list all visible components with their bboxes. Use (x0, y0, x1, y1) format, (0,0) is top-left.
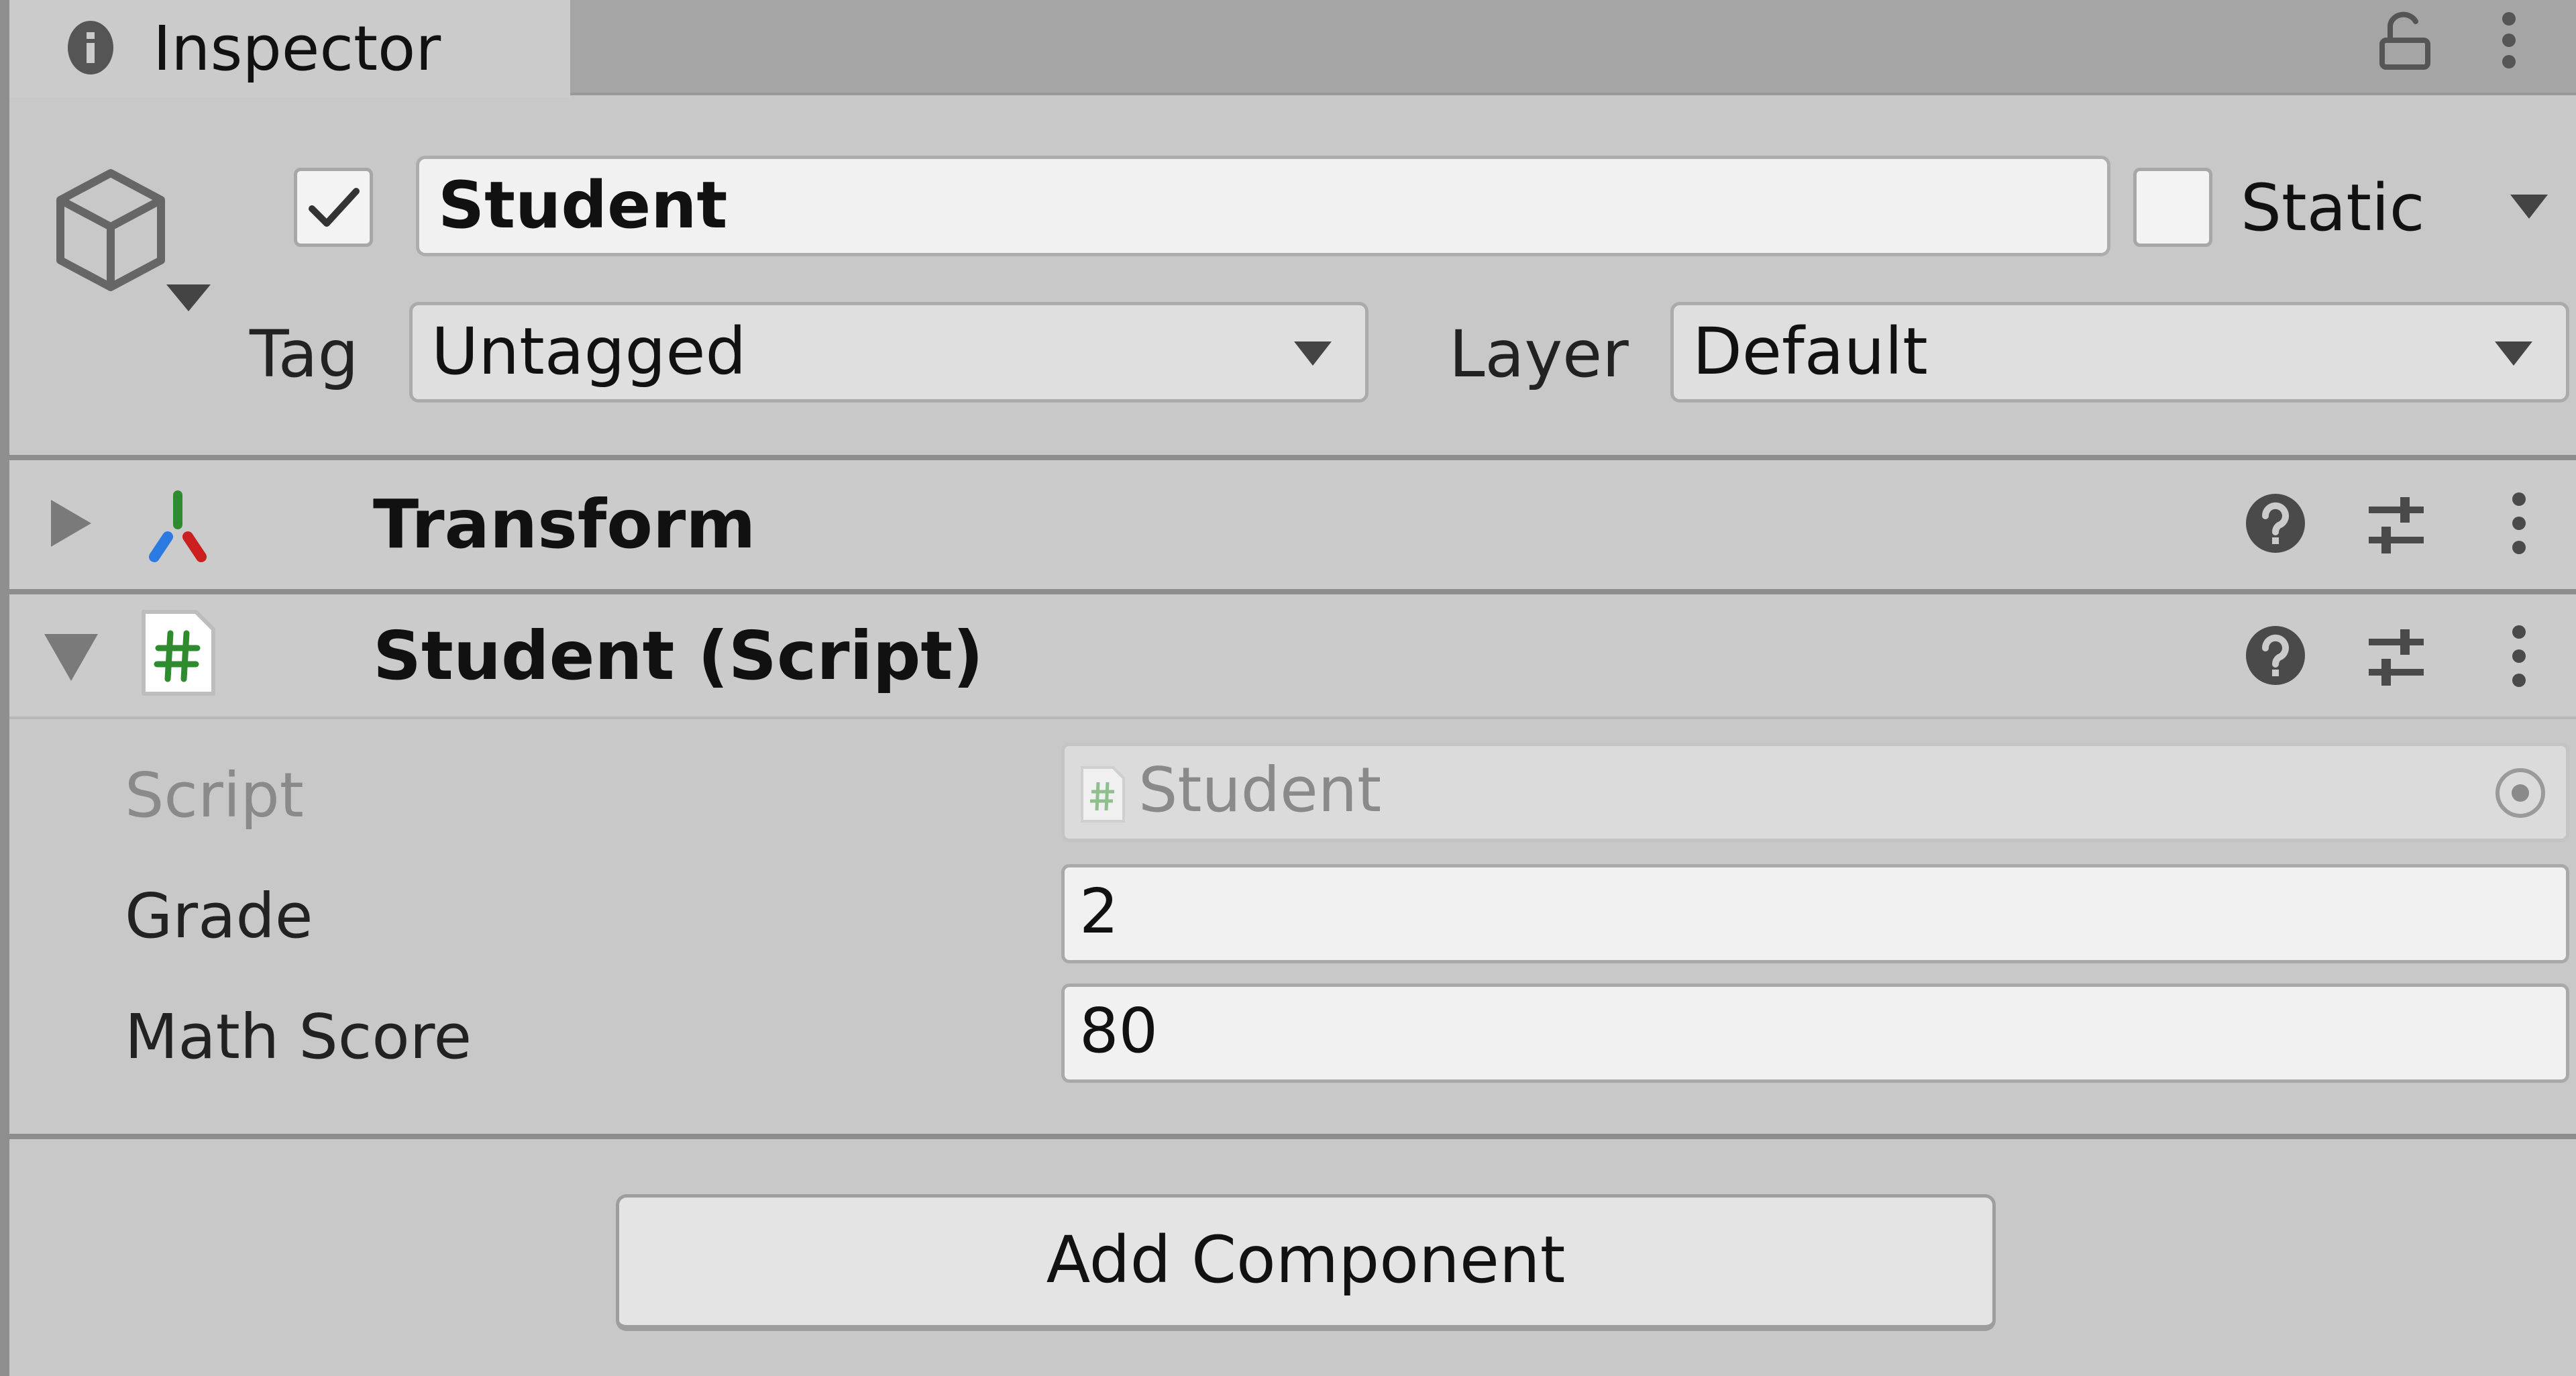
tag-dropdown[interactable]: Untagged (409, 302, 1368, 403)
object-name-input[interactable]: Student (416, 156, 2110, 256)
cube-icon[interactable] (47, 160, 174, 294)
transform-axes-icon (134, 483, 221, 570)
help-icon[interactable] (2245, 625, 2306, 686)
kebab-menu-icon[interactable] (2509, 623, 2529, 690)
csharp-script-icon (1079, 765, 1126, 824)
preset-sliders-icon[interactable] (2366, 493, 2426, 553)
layer-label: Layer (1449, 317, 1629, 392)
divider (9, 455, 2576, 460)
chevron-down-icon (1294, 341, 1332, 368)
tab-label: Inspector (153, 13, 441, 85)
divider (9, 1134, 2576, 1139)
help-icon[interactable] (2245, 493, 2306, 553)
kebab-menu-icon[interactable] (2499, 9, 2519, 71)
preset-sliders-icon[interactable] (2366, 625, 2426, 686)
divider (9, 589, 2576, 594)
property-label-grade: Grade (125, 880, 313, 952)
info-icon (62, 19, 119, 76)
component-title: Student (Script) (373, 617, 983, 695)
chevron-down-icon (2495, 341, 2532, 368)
lock-open-icon[interactable] (2378, 11, 2432, 71)
static-dropdown-caret-icon[interactable] (2510, 195, 2548, 221)
tag-label: Tag (250, 317, 359, 392)
foldout-expanded-icon[interactable] (44, 634, 98, 681)
property-label-math-score: Math Score (125, 1001, 472, 1073)
static-checkbox[interactable] (2133, 168, 2212, 247)
foldout-collapsed-icon[interactable] (51, 500, 91, 547)
object-picker-icon[interactable] (2493, 766, 2547, 820)
layer-dropdown[interactable]: Default (1670, 302, 2569, 403)
icon-dropdown-caret-icon[interactable] (166, 284, 211, 311)
tag-dropdown-value: Untagged (431, 314, 747, 389)
script-name: Student (1138, 754, 1382, 826)
component-title: Transform (373, 485, 756, 564)
csharp-script-icon (138, 609, 217, 699)
static-label: Static (2241, 170, 2425, 246)
property-label-script: Script (125, 759, 304, 831)
layer-dropdown-value: Default (1693, 314, 1928, 389)
math-score-input[interactable]: 80 (1061, 984, 2569, 1083)
active-checkbox[interactable] (294, 168, 373, 247)
add-component-button[interactable]: Add Component (616, 1194, 1996, 1331)
window-left-border (0, 0, 9, 1376)
script-object-field: Student (1061, 743, 2569, 842)
divider (9, 717, 2576, 719)
grade-input[interactable]: 2 (1061, 864, 2569, 963)
kebab-menu-icon[interactable] (2509, 490, 2529, 557)
